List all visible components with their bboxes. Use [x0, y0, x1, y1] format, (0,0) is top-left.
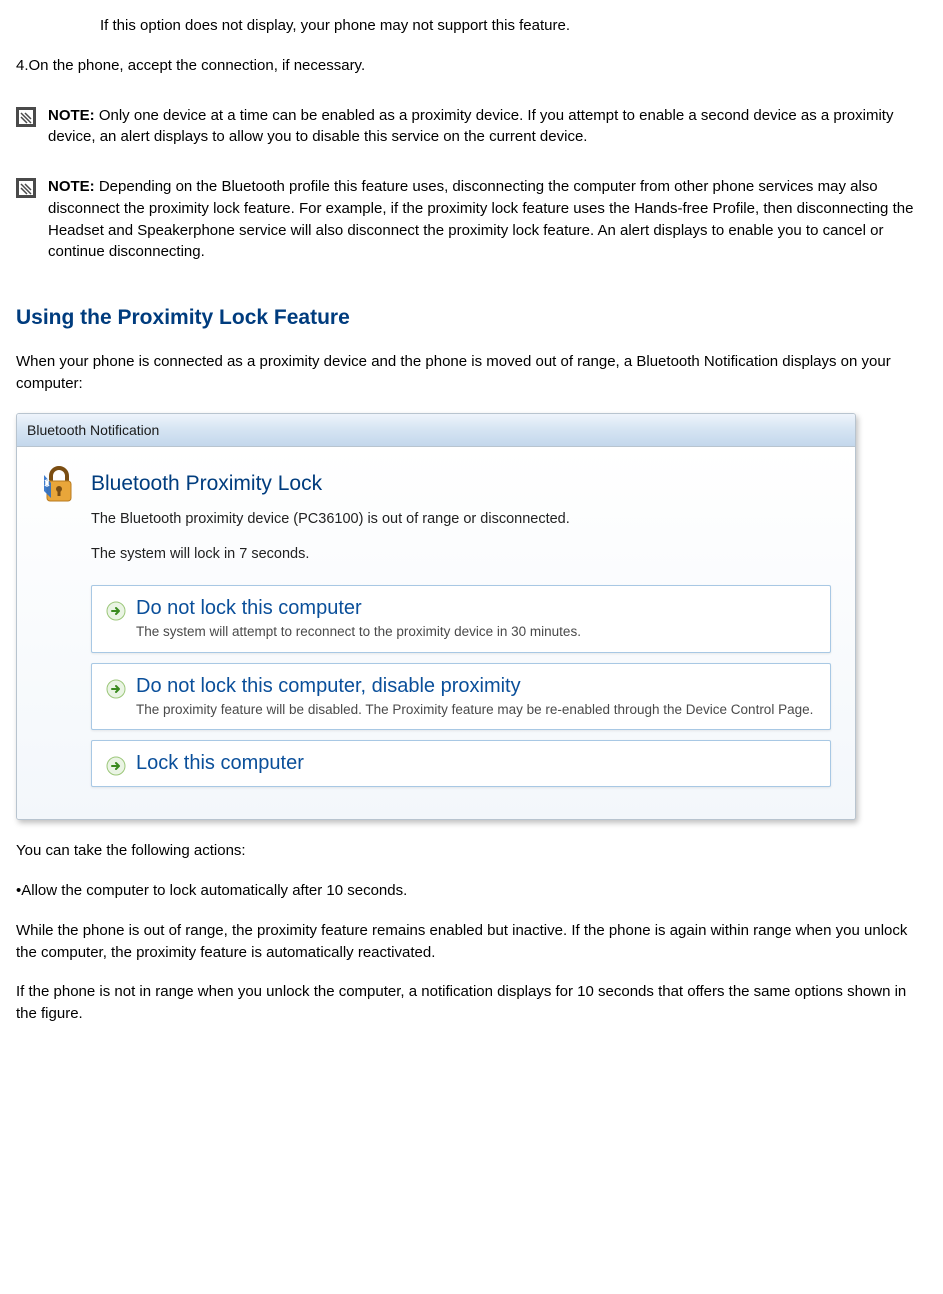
option-1-title: Do not lock this computer	[136, 596, 581, 620]
note-2-text: NOTE: Depending on the Bluetooth profile…	[48, 176, 933, 263]
dialog-option-2[interactable]: Do not lock this computer, disable proxi…	[91, 663, 831, 731]
bluetooth-notification-dialog: Bluetooth Notification Bluetooth Proximi…	[16, 413, 856, 820]
bullet-1-text: Allow the computer to lock automatically…	[21, 882, 407, 899]
note-1-body: Only one device at a time can be enabled…	[48, 107, 893, 146]
note-1-text: NOTE: Only one device at a time can be e…	[48, 105, 933, 149]
option-3-title: Lock this computer	[136, 751, 304, 775]
note-block-2: NOTE: Depending on the Bluetooth profile…	[16, 176, 933, 263]
step-4-number: 4.	[16, 57, 29, 74]
dialog-body: Bluetooth Proximity Lock The Bluetooth p…	[17, 447, 855, 819]
note-label: NOTE:	[48, 107, 95, 124]
note-2-body: Depending on the Bluetooth profile this …	[48, 178, 913, 260]
actions-intro: You can take the following actions:	[16, 840, 927, 862]
dialog-title: Bluetooth Proximity Lock	[91, 469, 322, 499]
option-2-title: Do not lock this computer, disable proxi…	[136, 674, 813, 698]
note-icon	[16, 178, 36, 198]
lock-icon	[41, 465, 77, 505]
arrow-right-icon	[106, 756, 126, 776]
step-4: 4.On the phone, accept the connection, i…	[16, 55, 933, 77]
option-2-desc: The proximity feature will be disabled. …	[136, 700, 813, 720]
arrow-right-icon	[106, 679, 126, 699]
intro-paragraph: When your phone is connected as a proxim…	[16, 351, 927, 395]
intro-indent-text: If this option does not display, your ph…	[100, 15, 933, 37]
dialog-titlebar: Bluetooth Notification	[17, 414, 855, 447]
arrow-right-icon	[106, 601, 126, 621]
note-icon	[16, 107, 36, 127]
dialog-option-3[interactable]: Lock this computer	[91, 740, 831, 787]
para-after-2: If the phone is not in range when you un…	[16, 981, 927, 1025]
bullet-1: •Allow the computer to lock automaticall…	[16, 880, 927, 902]
option-1-desc: The system will attempt to reconnect to …	[136, 622, 581, 642]
note-label: NOTE:	[48, 178, 95, 195]
section-heading: Using the Proximity Lock Feature	[16, 303, 933, 333]
step-4-text: On the phone, accept the connection, if …	[29, 57, 366, 74]
dialog-header: Bluetooth Proximity Lock	[41, 465, 831, 505]
para-after-1: While the phone is out of range, the pro…	[16, 920, 927, 964]
note-block-1: NOTE: Only one device at a time can be e…	[16, 105, 933, 149]
dialog-msg-1: The Bluetooth proximity device (PC36100)…	[91, 509, 831, 530]
dialog-option-1[interactable]: Do not lock this computer The system wil…	[91, 585, 831, 653]
dialog-msg-2: The system will lock in 7 seconds.	[91, 544, 831, 565]
